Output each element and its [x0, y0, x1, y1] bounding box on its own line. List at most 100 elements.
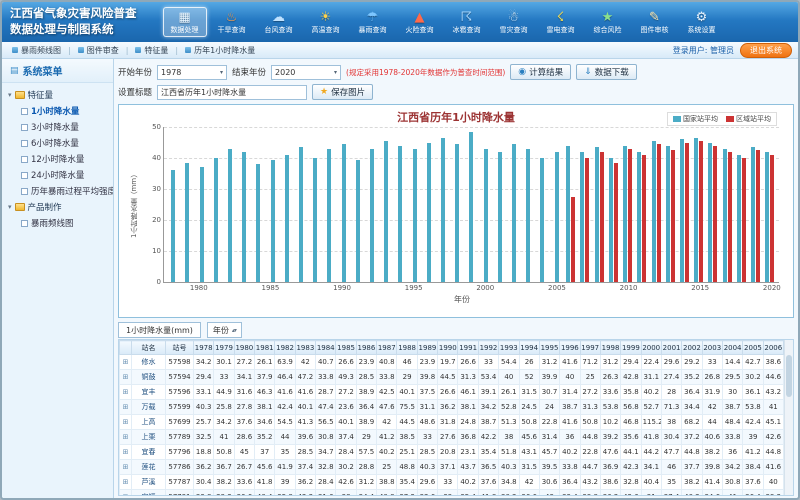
- expand-row-icon[interactable]: ⊞: [123, 358, 129, 366]
- nav-item-typhoon-query[interactable]: ☁台风查询: [257, 7, 301, 37]
- col-header-year-1991[interactable]: 1991: [458, 341, 478, 355]
- col-header-year-1996[interactable]: 1996: [560, 341, 580, 355]
- expand-row-icon[interactable]: ⊞: [123, 463, 129, 471]
- col-header-station[interactable]: 站名: [132, 341, 166, 355]
- table-row[interactable]: ⊞铜鼓5759429.43334.137.946.447.233.849.328…: [120, 370, 784, 385]
- nav-item-fire-risk-query[interactable]: ▲火险查询: [398, 7, 442, 37]
- col-header-year-1997[interactable]: 1997: [580, 341, 600, 355]
- col-header-year-1989[interactable]: 1989: [417, 341, 437, 355]
- expand-row-icon[interactable]: ⊞: [123, 418, 129, 426]
- nav-item-data-processing[interactable]: ▦数据处理: [163, 7, 207, 37]
- tree-item[interactable]: 12小时降水量: [4, 151, 111, 167]
- value-cell: 45.1: [763, 415, 783, 430]
- tab-3[interactable]: 特征量: [131, 45, 172, 56]
- col-header-year-1979[interactable]: 1979: [214, 341, 234, 355]
- col-header-year-1985[interactable]: 1985: [336, 341, 356, 355]
- start-year-select[interactable]: 1978 ▾: [157, 65, 227, 80]
- table-scrollbar[interactable]: [784, 340, 793, 495]
- nav-item-lightning-query[interactable]: ☇雷电查询: [539, 7, 583, 37]
- expand-row-icon[interactable]: ⊞: [123, 448, 129, 456]
- tree-group-products[interactable]: ▾产品制作: [4, 199, 111, 215]
- checkbox-icon[interactable]: [21, 124, 28, 131]
- scrollbar-thumb[interactable]: [786, 355, 792, 397]
- col-header-year-1982[interactable]: 1982: [275, 341, 295, 355]
- tab-1[interactable]: 暴雨频线图: [8, 45, 65, 56]
- col-header-id[interactable]: 站号: [166, 341, 194, 355]
- col-header-year-1993[interactable]: 1993: [499, 341, 519, 355]
- col-header-year-1986[interactable]: 1986: [356, 341, 376, 355]
- table-row[interactable]: ⊞安福5779133.829.236.640.435.842.231.63834…: [120, 490, 784, 497]
- col-header-year-1998[interactable]: 1998: [600, 341, 620, 355]
- nav-item-snow-query[interactable]: ☃雪灾查询: [492, 7, 536, 37]
- end-year-select[interactable]: 2020 ▾: [271, 65, 341, 80]
- col-header-year-1987[interactable]: 1987: [377, 341, 397, 355]
- table-row[interactable]: ⊞芦溪5778730.438.233.641.83936.228.442.631…: [120, 475, 784, 490]
- checkbox-icon[interactable]: [21, 188, 28, 195]
- col-header-year-2006[interactable]: 2006: [763, 341, 783, 355]
- tree-item[interactable]: 历年暴雨过程平均强度: [4, 183, 111, 199]
- col-header-year-1990[interactable]: 1990: [438, 341, 458, 355]
- col-header-year-2002[interactable]: 2002: [682, 341, 702, 355]
- value-cell: 29.6: [661, 355, 681, 370]
- tab-2[interactable]: 图件审查: [74, 45, 123, 56]
- save-image-button[interactable]: ★ 保存图片: [312, 84, 373, 100]
- col-header-year-2004[interactable]: 2004: [722, 341, 742, 355]
- expand-row-icon[interactable]: ⊞: [123, 403, 129, 411]
- col-header-year-1994[interactable]: 1994: [519, 341, 539, 355]
- tree-item[interactable]: 3小时降水量: [4, 119, 111, 135]
- table-row[interactable]: ⊞上栗5778932.54128.635.24439.630.837.42941…: [120, 430, 784, 445]
- table-row[interactable]: ⊞修水5759834.230.127.226.163.94240.726.623…: [120, 355, 784, 370]
- year-sort-control[interactable]: 年份 ▴▾: [207, 322, 242, 338]
- checkbox-icon[interactable]: [21, 140, 28, 147]
- value-cell: 22.8: [580, 445, 600, 460]
- nav-item-system-settings[interactable]: ⚙系统设置: [680, 7, 724, 37]
- nav-item-drought-query[interactable]: ♨干旱查询: [210, 7, 254, 37]
- calculate-button[interactable]: ◉ 计算结果: [510, 64, 571, 80]
- table-row[interactable]: ⊞上高5769925.734.237.634.654.541.356.540.1…: [120, 415, 784, 430]
- tree-group-features[interactable]: ▾特征量: [4, 87, 111, 103]
- checkbox-icon[interactable]: [21, 156, 28, 163]
- checkbox-icon[interactable]: [21, 108, 28, 115]
- table-row[interactable]: ⊞莲花5778636.236.726.745.641.937.432.830.2…: [120, 460, 784, 475]
- col-header-year-2003[interactable]: 2003: [702, 341, 722, 355]
- col-header-year-1978[interactable]: 1978: [194, 341, 214, 355]
- chart-title-input[interactable]: [157, 85, 307, 100]
- tree-item[interactable]: 6小时降水量: [4, 135, 111, 151]
- nav-item-heat-query[interactable]: ☀高温查询: [304, 7, 348, 37]
- logout-button[interactable]: 退出系统: [740, 43, 792, 58]
- value-cell: 40.6: [702, 430, 722, 445]
- table-row[interactable]: ⊞宜春5779618.850.845373528.534.728.457.540…: [120, 445, 784, 460]
- tree-item[interactable]: 24小时降水量: [4, 167, 111, 183]
- table-row[interactable]: ⊞万载5759940.325.827.838.142.440.147.423.6…: [120, 400, 784, 415]
- checkbox-icon[interactable]: [21, 172, 28, 179]
- expand-row-icon[interactable]: ⊞: [123, 493, 129, 496]
- col-header-year-1980[interactable]: 1980: [234, 341, 254, 355]
- col-header-year-1983[interactable]: 1983: [295, 341, 315, 355]
- nav-item-map-review[interactable]: ✎图件审核: [633, 7, 677, 37]
- col-header-year-1999[interactable]: 1999: [621, 341, 641, 355]
- value-cell: 52: [519, 370, 539, 385]
- col-header-year-2005[interactable]: 2005: [743, 341, 763, 355]
- download-button[interactable]: ⇓ 数据下载: [576, 64, 637, 80]
- expand-row-icon[interactable]: ⊞: [123, 433, 129, 441]
- expand-row-icon[interactable]: ⊞: [123, 388, 129, 396]
- col-header-year-1988[interactable]: 1988: [397, 341, 417, 355]
- col-header-year-1995[interactable]: 1995: [539, 341, 559, 355]
- measure-pill[interactable]: 1小时降水量(mm): [118, 322, 201, 338]
- expand-row-icon[interactable]: ⊞: [123, 373, 129, 381]
- col-header-year-2001[interactable]: 2001: [661, 341, 681, 355]
- col-header-year-1992[interactable]: 1992: [478, 341, 498, 355]
- col-header-year-2000[interactable]: 2000: [641, 341, 661, 355]
- nav-item-rainstorm-query[interactable]: ☂暴雨查询: [351, 7, 395, 37]
- nav-item-hail-query[interactable]: ☈冰雹查询: [445, 7, 489, 37]
- tree-item[interactable]: 暴雨频线图: [4, 215, 111, 231]
- tree-item[interactable]: 1小时降水量: [4, 103, 111, 119]
- expand-row-icon[interactable]: ⊞: [123, 478, 129, 486]
- checkbox-icon[interactable]: [21, 220, 28, 227]
- col-header-expander[interactable]: [120, 341, 132, 355]
- col-header-year-1981[interactable]: 1981: [255, 341, 275, 355]
- nav-item-combined-risk[interactable]: ★综合风险: [586, 7, 630, 37]
- table-row[interactable]: ⊞宜丰5759633.144.931.646.341.641.628.727.2…: [120, 385, 784, 400]
- tab-4[interactable]: 历年1小时降水量: [181, 45, 259, 56]
- col-header-year-1984[interactable]: 1984: [316, 341, 336, 355]
